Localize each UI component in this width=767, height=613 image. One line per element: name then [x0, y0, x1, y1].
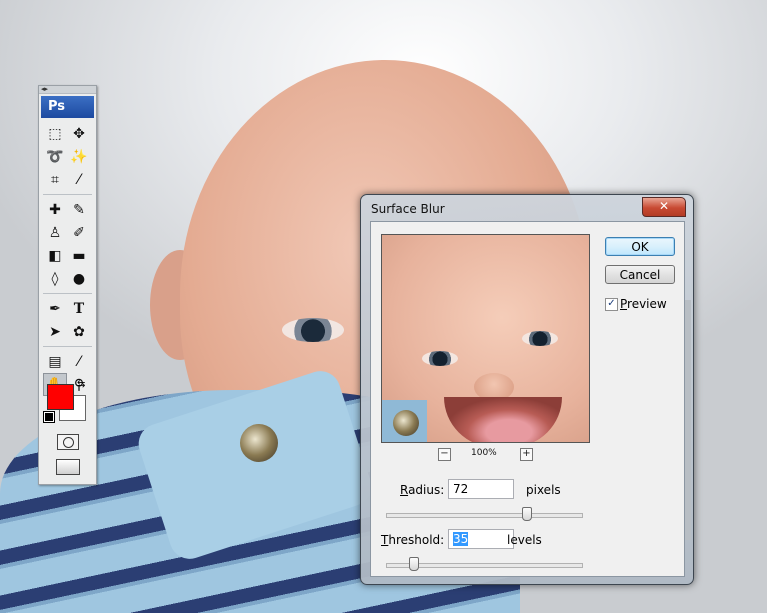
ok-button[interactable]: OK — [605, 237, 675, 256]
gradient-icon[interactable]: ▬ — [67, 244, 91, 267]
threshold-value-selected: 35 — [453, 532, 469, 546]
default-colors-icon[interactable] — [43, 411, 55, 423]
close-button[interactable]: ✕ — [642, 197, 686, 217]
eyedropper-icon[interactable]: ⁄ — [67, 350, 91, 373]
preview-left-eye — [422, 351, 458, 366]
swap-colors-icon[interactable]: ⇆ — [77, 379, 85, 390]
healing-brush-icon[interactable]: ✚ — [43, 198, 67, 221]
tool-divider — [43, 293, 92, 294]
threshold-label: Threshold: — [381, 533, 445, 547]
zoom-level: 100% — [471, 448, 497, 458]
threshold-unit: levels — [507, 533, 542, 547]
radius-slider-thumb[interactable] — [522, 507, 533, 521]
zoom-in-button[interactable]: + — [520, 448, 533, 461]
canvas-scrollbar[interactable] — [685, 300, 691, 540]
dialog-body: − 100% + OK Cancel ✓ Preview Radius: 72 … — [370, 221, 685, 577]
threshold-input[interactable]: 35 — [448, 529, 514, 549]
preview-right-eye — [522, 331, 558, 346]
move-icon[interactable]: ✥ — [67, 122, 91, 145]
preview-shirt-button — [393, 410, 419, 436]
marquee-icon[interactable]: ⬚ — [43, 122, 67, 145]
radius-input[interactable]: 72 — [448, 479, 514, 499]
crop-icon[interactable]: ⌗ — [43, 168, 67, 191]
cancel-button[interactable]: Cancel — [605, 265, 675, 284]
lasso-icon[interactable]: ➰ — [43, 145, 67, 168]
magic-wand-icon[interactable]: ✨ — [67, 145, 91, 168]
type-icon[interactable]: T — [67, 297, 91, 320]
blur-icon[interactable]: ◊ — [43, 267, 67, 290]
tool-divider — [43, 346, 92, 347]
brush-icon[interactable]: ✎ — [67, 198, 91, 221]
foreground-color-swatch[interactable] — [47, 384, 74, 410]
radius-unit: pixels — [526, 483, 561, 497]
dialog-title: Surface Blur — [371, 202, 445, 216]
radius-slider-track[interactable] — [386, 513, 583, 518]
preview-checkbox-label[interactable]: Preview — [620, 297, 667, 311]
custom-shape-icon[interactable]: ✿ — [67, 320, 91, 343]
screen-mode-icon[interactable] — [56, 459, 80, 475]
pen-icon[interactable]: ✒ — [43, 297, 67, 320]
notes-icon[interactable]: ▤ — [43, 350, 67, 373]
path-selection-icon[interactable]: ➤ — [43, 320, 67, 343]
filter-preview[interactable] — [381, 234, 590, 443]
quick-mask-icon[interactable] — [57, 434, 79, 450]
panel-grip[interactable]: ◂▸ — [39, 86, 96, 94]
zoom-out-button[interactable]: − — [438, 448, 451, 461]
photo-shirt-button — [240, 424, 278, 462]
history-brush-icon[interactable]: ✐ — [67, 221, 91, 244]
preview-checkbox[interactable]: ✓ — [605, 298, 618, 311]
preview-mouth — [444, 397, 562, 442]
tools-panel: ◂▸ Ps ⬚✥ ➰✨ ⌗⁄ ✚✎ ♙✐ ◧▬ ◊● ✒T ➤✿ ▤⁄ ✋⚲ ⇆ — [38, 85, 97, 485]
eyedropper-icon[interactable]: ⁄ — [67, 168, 91, 191]
dodge-icon[interactable]: ● — [67, 267, 91, 290]
radius-label: Radius: — [400, 483, 445, 497]
photo-left-eye — [282, 318, 344, 342]
threshold-slider-thumb[interactable] — [409, 557, 420, 571]
surface-blur-dialog: Surface Blur ✕ − 100% + OK Cancel ✓ Prev… — [360, 194, 694, 585]
tool-divider — [43, 194, 92, 195]
photoshop-logo[interactable]: Ps — [41, 96, 94, 118]
clone-stamp-icon[interactable]: ♙ — [43, 221, 67, 244]
eraser-icon[interactable]: ◧ — [43, 244, 67, 267]
